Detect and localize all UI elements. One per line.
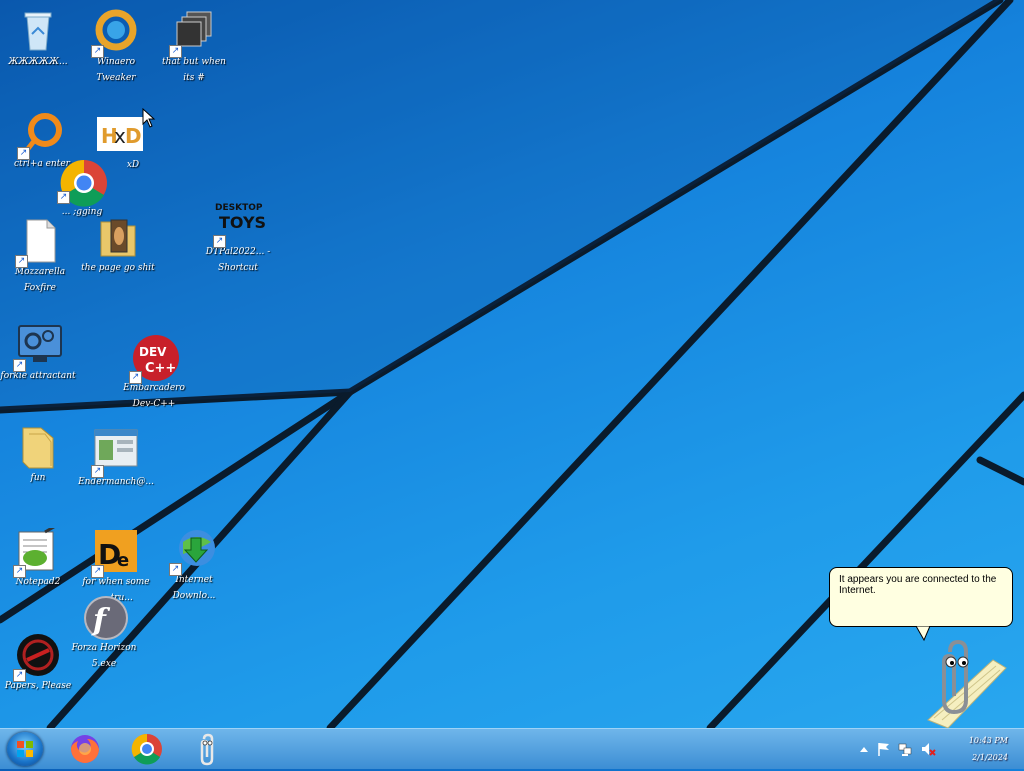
icon-label: the page go shit	[81, 263, 155, 273]
desktop-icon-devcpp[interactable]: DEV C++ ↗ Embarcadero Dev-C++	[116, 334, 192, 412]
chrome-icon: ↗	[57, 158, 107, 207]
icon-label: Winaero Tweaker	[96, 57, 136, 83]
clippy-assistant-icon[interactable]	[908, 640, 1008, 728]
network-icon[interactable]	[897, 741, 913, 757]
notepad2-icon: ↗	[13, 522, 61, 578]
svg-text:DEV: DEV	[139, 345, 167, 359]
hxd-icon: HxD	[95, 115, 143, 161]
icon-label: Mozzarella Foxfire	[14, 267, 66, 293]
windows-logo-icon	[17, 741, 33, 757]
winaero-icon: ↗	[91, 8, 139, 58]
volume-muted-icon[interactable]	[920, 741, 936, 757]
svg-text:C++: C++	[145, 361, 176, 376]
shortcut-arrow-icon: ↗	[213, 235, 226, 248]
papers-please-icon: ↗	[13, 632, 61, 682]
taskbar: 10:43 PM 2/1/2024	[0, 728, 1024, 769]
devcpp-icon: DEV C++ ↗	[129, 334, 179, 384]
folder-image-icon	[95, 214, 141, 260]
stacked-windows-icon: ↗	[169, 8, 217, 58]
shortcut-arrow-icon: ↗	[15, 255, 28, 268]
desktop-icon-forkie[interactable]: ↗ forkie attractant	[0, 322, 76, 384]
magnifier-ring-icon: ↗	[17, 110, 65, 160]
desktop-icon-the-page[interactable]: the page go shit	[80, 214, 156, 276]
blank-file-icon: ↗	[15, 218, 63, 268]
icon-label: Forza Horizon 5.exe	[71, 643, 137, 669]
shortcut-arrow-icon: ↗	[129, 371, 142, 384]
desktop-icon-flash[interactable]: f Forza Horizon 5.exe	[66, 594, 142, 672]
desktoptoys-icon: DESKTOP TOYS ↗	[213, 198, 266, 248]
icon-label: Endermanch@...	[78, 477, 154, 487]
chrome-icon	[131, 733, 162, 765]
desktop[interactable]: ЖЖЖЖЖ... ↗ Winaero Tweaker ↗ that but wh…	[0, 0, 1024, 728]
desktop-icon-winaero[interactable]: ↗ Winaero Tweaker	[78, 8, 154, 86]
desktop-icon-fun[interactable]: fun	[0, 424, 76, 486]
firefox-icon	[71, 735, 99, 763]
svg-text:DESKTOP: DESKTOP	[215, 203, 263, 213]
icon-label: Internet Downlo...	[172, 575, 216, 601]
taskbar-clippy-button[interactable]	[182, 731, 232, 767]
desktop-icon-idm[interactable]: ↗ Internet Downlo...	[156, 526, 232, 604]
desktop-icon-desktoptoys[interactable]: DESKTOP TOYS ↗ DTPal2022... - Shortcut	[200, 198, 276, 276]
shortcut-arrow-icon: ↗	[13, 565, 26, 578]
shortcut-arrow-icon: ↗	[91, 45, 104, 58]
desktop-icon-enderman[interactable]: ↗ Endermanch@...	[78, 428, 154, 490]
icon-label: Notepad2	[15, 577, 61, 587]
desktop-icon-chrome[interactable]: ↗ ... ;gging	[44, 158, 120, 220]
start-button[interactable]	[7, 732, 43, 766]
monitor-gear-icon: ↗	[13, 322, 62, 372]
desktop-icon-recycle-bin[interactable]: ЖЖЖЖЖ...	[0, 8, 76, 70]
icon-label: Embarcadero Dev-C++	[123, 383, 185, 409]
shortcut-arrow-icon: ↗	[17, 147, 30, 160]
action-center-flag-icon[interactable]	[876, 741, 892, 757]
svg-text:D: D	[125, 124, 142, 148]
system-tray: 10:43 PM 2/1/2024	[844, 729, 1024, 769]
svg-text:TOYS: TOYS	[219, 213, 265, 232]
shortcut-arrow-icon: ↗	[169, 45, 182, 58]
shortcut-arrow-icon: ↗	[91, 565, 104, 578]
system-clock[interactable]: 10:43 PM 2/1/2024	[969, 732, 1008, 766]
flash-player-icon: f	[81, 594, 128, 640]
folder-icon	[15, 424, 61, 470]
clock-time: 10:43 PM	[968, 736, 1008, 745]
window-app-icon: ↗	[91, 428, 139, 478]
shortcut-arrow-icon: ↗	[13, 359, 26, 372]
shortcut-arrow-icon: ↗	[169, 563, 182, 576]
paperclip-icon	[200, 733, 214, 766]
shortcut-arrow-icon: ↗	[57, 191, 70, 204]
recycle-bin-icon	[15, 8, 61, 54]
icon-label: DTPal2022... - Shortcut	[205, 247, 271, 273]
desktop-icon-mozilla[interactable]: ↗ Mozzarella Foxfire	[2, 218, 78, 296]
shortcut-arrow-icon: ↗	[13, 669, 26, 682]
clippy-balloon-text: It appears you are connected to the Inte…	[839, 574, 997, 596]
de-app-icon: De ↗	[91, 528, 139, 578]
desktop-icon-notepad2[interactable]: ↗ Notepad2	[0, 522, 76, 590]
clippy-balloon[interactable]: It appears you are connected to the Inte…	[829, 567, 1013, 627]
shortcut-arrow-icon: ↗	[91, 465, 104, 478]
globe-download-icon: ↗	[169, 526, 217, 576]
mouse-pointer-icon	[142, 108, 156, 128]
show-hidden-icons-chevron-icon[interactable]	[856, 741, 872, 757]
icon-label: fun	[30, 473, 46, 483]
svg-text:e: e	[117, 550, 129, 571]
icon-label: that but when its #	[162, 57, 226, 83]
icon-label: Papers, Please	[4, 681, 72, 691]
desktop-icon-papers[interactable]: ↗ Papers, Please	[0, 632, 76, 694]
taskbar-firefox-button[interactable]	[60, 731, 110, 767]
icon-label: ЖЖЖЖЖ...	[8, 57, 68, 67]
icon-label: forkie attractant	[0, 371, 76, 381]
desktop-icon-win-hash[interactable]: ↗ that but when its #	[156, 8, 232, 86]
taskbar-chrome-button[interactable]	[122, 731, 172, 767]
clock-date: 2/1/2024	[972, 753, 1008, 762]
